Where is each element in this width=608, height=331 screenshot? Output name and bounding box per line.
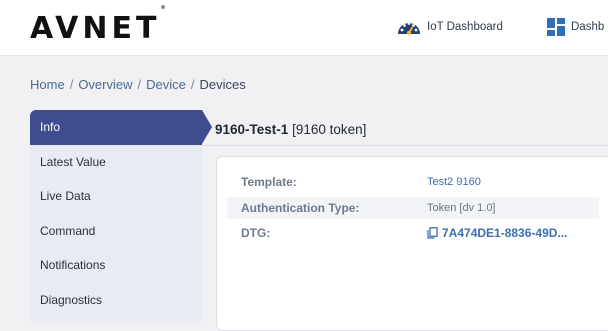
sidebar-item-command[interactable]: Command [30,214,202,249]
detail-row-template: Template: Test2 9160 [227,171,599,193]
dtg-label: DTG: [241,226,271,240]
sidebar-item-label: Diagnostics [40,292,103,307]
sidebar-item-diagnostics[interactable]: Diagnostics [30,283,202,318]
device-sidebar: Info Latest Value Live Data Command Noti… [30,110,212,323]
breadcrumb-home[interactable]: Home [30,77,65,92]
detail-row-authentication: Authentication Type: Token [dv 1.0] [227,197,599,219]
speedometer-icon [398,22,420,35]
authentication-type-label: Authentication Type: [241,201,360,215]
title-divider [202,145,608,146]
dtg-value-text: 7A474DE1-8836-49D... [442,226,568,240]
detail-row-dtg: DTG: 7A474DE1-8836-49D... [227,222,599,244]
template-label: Template: [241,175,297,189]
logo-text: AVNET [30,11,161,46]
device-name: 9160-Test-1 [215,122,289,137]
sidebar-item-label: Info [40,120,61,135]
sidebar-item-latest-value[interactable]: Latest Value [30,145,202,180]
dtg-value[interactable]: 7A474DE1-8836-49D... [427,226,567,240]
device-title: 9160-Test-1 [9160 token] [215,122,366,137]
template-link[interactable]: Test2 9160 [427,176,481,188]
sidebar-item-info[interactable]: Info [30,110,212,145]
device-token-label: [9160 token] [292,122,367,137]
nav-iot-dashboard[interactable]: IoT Dashboard [397,16,503,38]
logo-registered-mark: ® [160,5,166,11]
sidebar-item-label: Command [40,223,96,238]
sidebar-item-label: Notifications [40,258,106,273]
breadcrumb-device[interactable]: Device [146,77,186,92]
sidebar-item-live-data[interactable]: Live Data [30,179,202,214]
nav-dashboard-label: Dashb [571,21,605,33]
top-header: AVNET® IoT Dashboard Dashb [0,0,608,56]
breadcrumb-separator: / [69,77,74,92]
breadcrumb: Home / Overview / Device / Devices [30,77,246,92]
nav-dashboard[interactable]: Dashb [547,16,604,38]
breadcrumb-separator: / [137,77,142,92]
sidebar-item-notifications[interactable]: Notifications [30,248,202,283]
breadcrumb-devices: Devices [199,77,246,92]
avnet-logo[interactable]: AVNET® [30,5,165,46]
nav-iot-dashboard-label: IoT Dashboard [427,21,503,33]
breadcrumb-separator: / [190,77,195,92]
breadcrumb-overview[interactable]: Overview [78,77,132,92]
grid-dashboard-icon [547,18,565,36]
sidebar-item-label: Live Data [40,189,91,204]
authentication-type-value: Token [dv 1.0] [427,202,496,214]
sidebar-item-label: Latest Value [40,154,106,169]
copy-icon[interactable] [427,227,438,239]
